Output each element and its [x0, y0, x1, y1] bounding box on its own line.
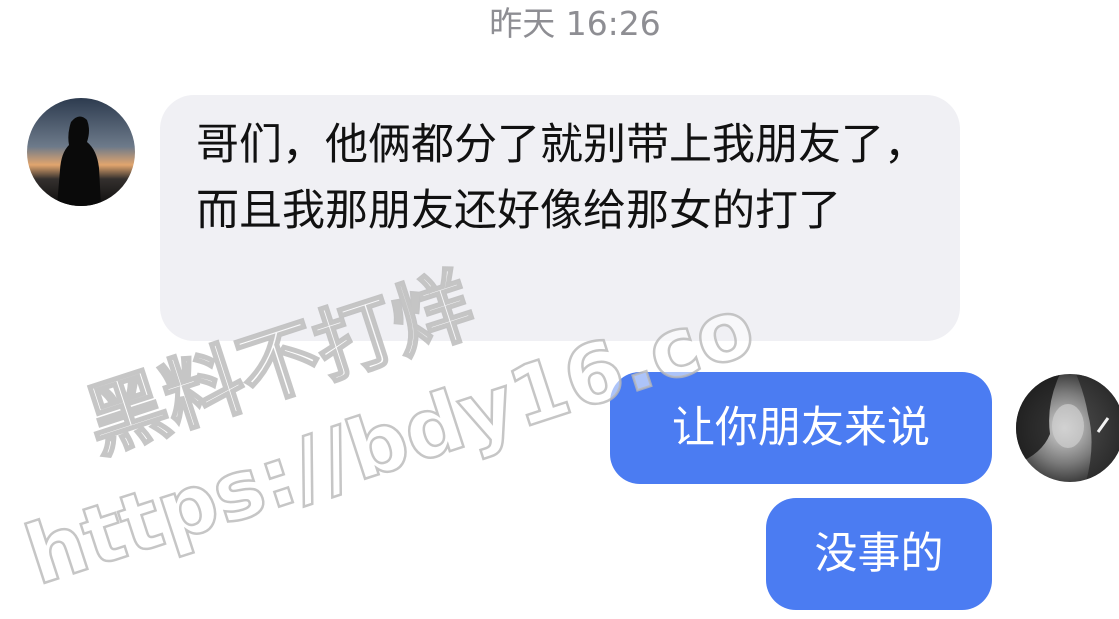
self-avatar[interactable]	[1016, 374, 1119, 482]
outgoing-message-text: 没事的	[814, 529, 944, 579]
contact-avatar[interactable]	[27, 98, 135, 206]
contact-avatar-image	[27, 98, 135, 206]
incoming-message-text: 哥们，他俩都分了就别带上我朋友了，而且我那朋友还好像给那女的打了	[196, 120, 927, 236]
message-timestamp: 昨天 16:26	[489, 4, 661, 43]
outgoing-message-bubble[interactable]: 让你朋友来说	[610, 372, 992, 484]
outgoing-message-text: 让你朋友来说	[672, 403, 930, 453]
outgoing-message-bubble[interactable]: 没事的	[766, 498, 992, 610]
incoming-message-bubble[interactable]: 哥们，他俩都分了就别带上我朋友了，而且我那朋友还好像给那女的打了	[160, 95, 960, 341]
self-avatar-image	[1016, 374, 1119, 482]
